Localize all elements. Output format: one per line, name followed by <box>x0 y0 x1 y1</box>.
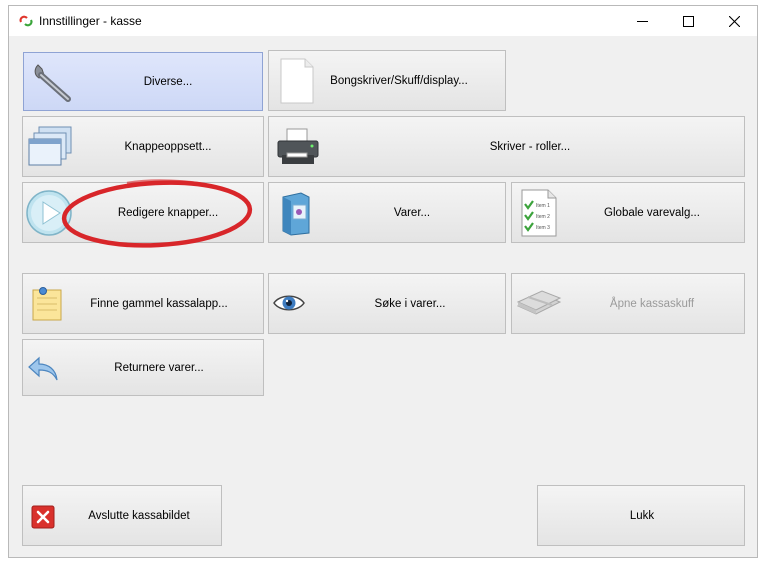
checklist-item-3: Item 3 <box>536 225 550 231</box>
close-icon <box>728 15 740 27</box>
soke-varer-button[interactable]: Søke i varer... <box>268 273 506 334</box>
diverse-button[interactable]: Diverse... <box>23 52 263 111</box>
play-icon <box>26 190 72 236</box>
avslutte-kassabildet-label: Avslutte kassabildet <box>88 509 190 522</box>
notepad-icon <box>32 287 62 321</box>
checklist-item-1: Item 1 <box>536 203 550 209</box>
returnere-varer-label: Returnere varer... <box>114 361 204 374</box>
globale-varevalg-button[interactable]: Item 1 Item 2 Item 3 Globale varevalg... <box>511 182 745 243</box>
app-logo-icon <box>19 15 33 27</box>
lukk-label: Lukk <box>629 509 655 522</box>
redigere-knapper-button[interactable]: Redigere knapper... <box>22 182 264 243</box>
finne-kassalapp-button[interactable]: Finne gammel kassalapp... <box>22 273 264 334</box>
wrench-icon <box>34 64 71 102</box>
varer-label: Varer... <box>393 206 431 219</box>
apne-kassaskuff-button[interactable]: Åpne kassaskuff <box>511 273 745 334</box>
checklist-item-2: Item 2 <box>536 214 550 220</box>
maximize-icon <box>682 15 694 27</box>
minimize-button[interactable] <box>619 6 665 36</box>
avslutte-kassabildet-button[interactable]: Avslutte kassabildet <box>22 485 222 546</box>
finne-kassalapp-label: Finne gammel kassalapp... <box>90 297 228 310</box>
maximize-button[interactable] <box>665 6 711 36</box>
knappeoppsett-button[interactable]: Knappeoppsett... <box>22 116 264 177</box>
globale-varevalg-label: Globale varevalg... <box>604 206 700 219</box>
document-icon <box>280 58 314 104</box>
product-box-icon <box>282 192 310 236</box>
redigere-knapper-label: Redigere knapper... <box>117 206 219 219</box>
title-bar: Innstillinger - kasse <box>9 6 757 36</box>
printer-icon <box>277 128 319 164</box>
skriver-roller-label: Skriver - roller... <box>489 140 571 153</box>
close-button[interactable] <box>711 6 757 36</box>
cash-bundle-icon <box>516 290 562 315</box>
apne-kassaskuff-label: Åpne kassaskuff <box>609 297 695 310</box>
settings-window: Innstillinger - kasse Diverse... Bongskr… <box>8 5 758 558</box>
bongskriver-button[interactable]: Bongskriver/Skuff/display... <box>268 50 506 111</box>
returnere-varer-button[interactable]: Returnere varer... <box>22 339 264 396</box>
bongskriver-label: Bongskriver/Skuff/display... <box>330 74 468 87</box>
close-red-icon <box>31 505 55 529</box>
skriver-roller-button[interactable]: Skriver - roller... <box>268 116 745 177</box>
return-arrow-icon <box>28 356 58 381</box>
windows-icon <box>28 126 72 166</box>
varer-button[interactable]: Varer... <box>268 182 506 243</box>
window-title: Innstillinger - kasse <box>39 14 142 28</box>
knappeoppsett-label: Knappeoppsett... <box>124 140 212 153</box>
eye-icon <box>273 295 305 311</box>
checklist-icon: Item 1 Item 2 Item 3 <box>521 189 557 237</box>
minimize-icon <box>636 20 648 22</box>
diverse-label: Diverse... <box>143 75 193 88</box>
lukk-button[interactable]: Lukk <box>537 485 745 546</box>
soke-varer-label: Søke i varer... <box>374 297 446 310</box>
